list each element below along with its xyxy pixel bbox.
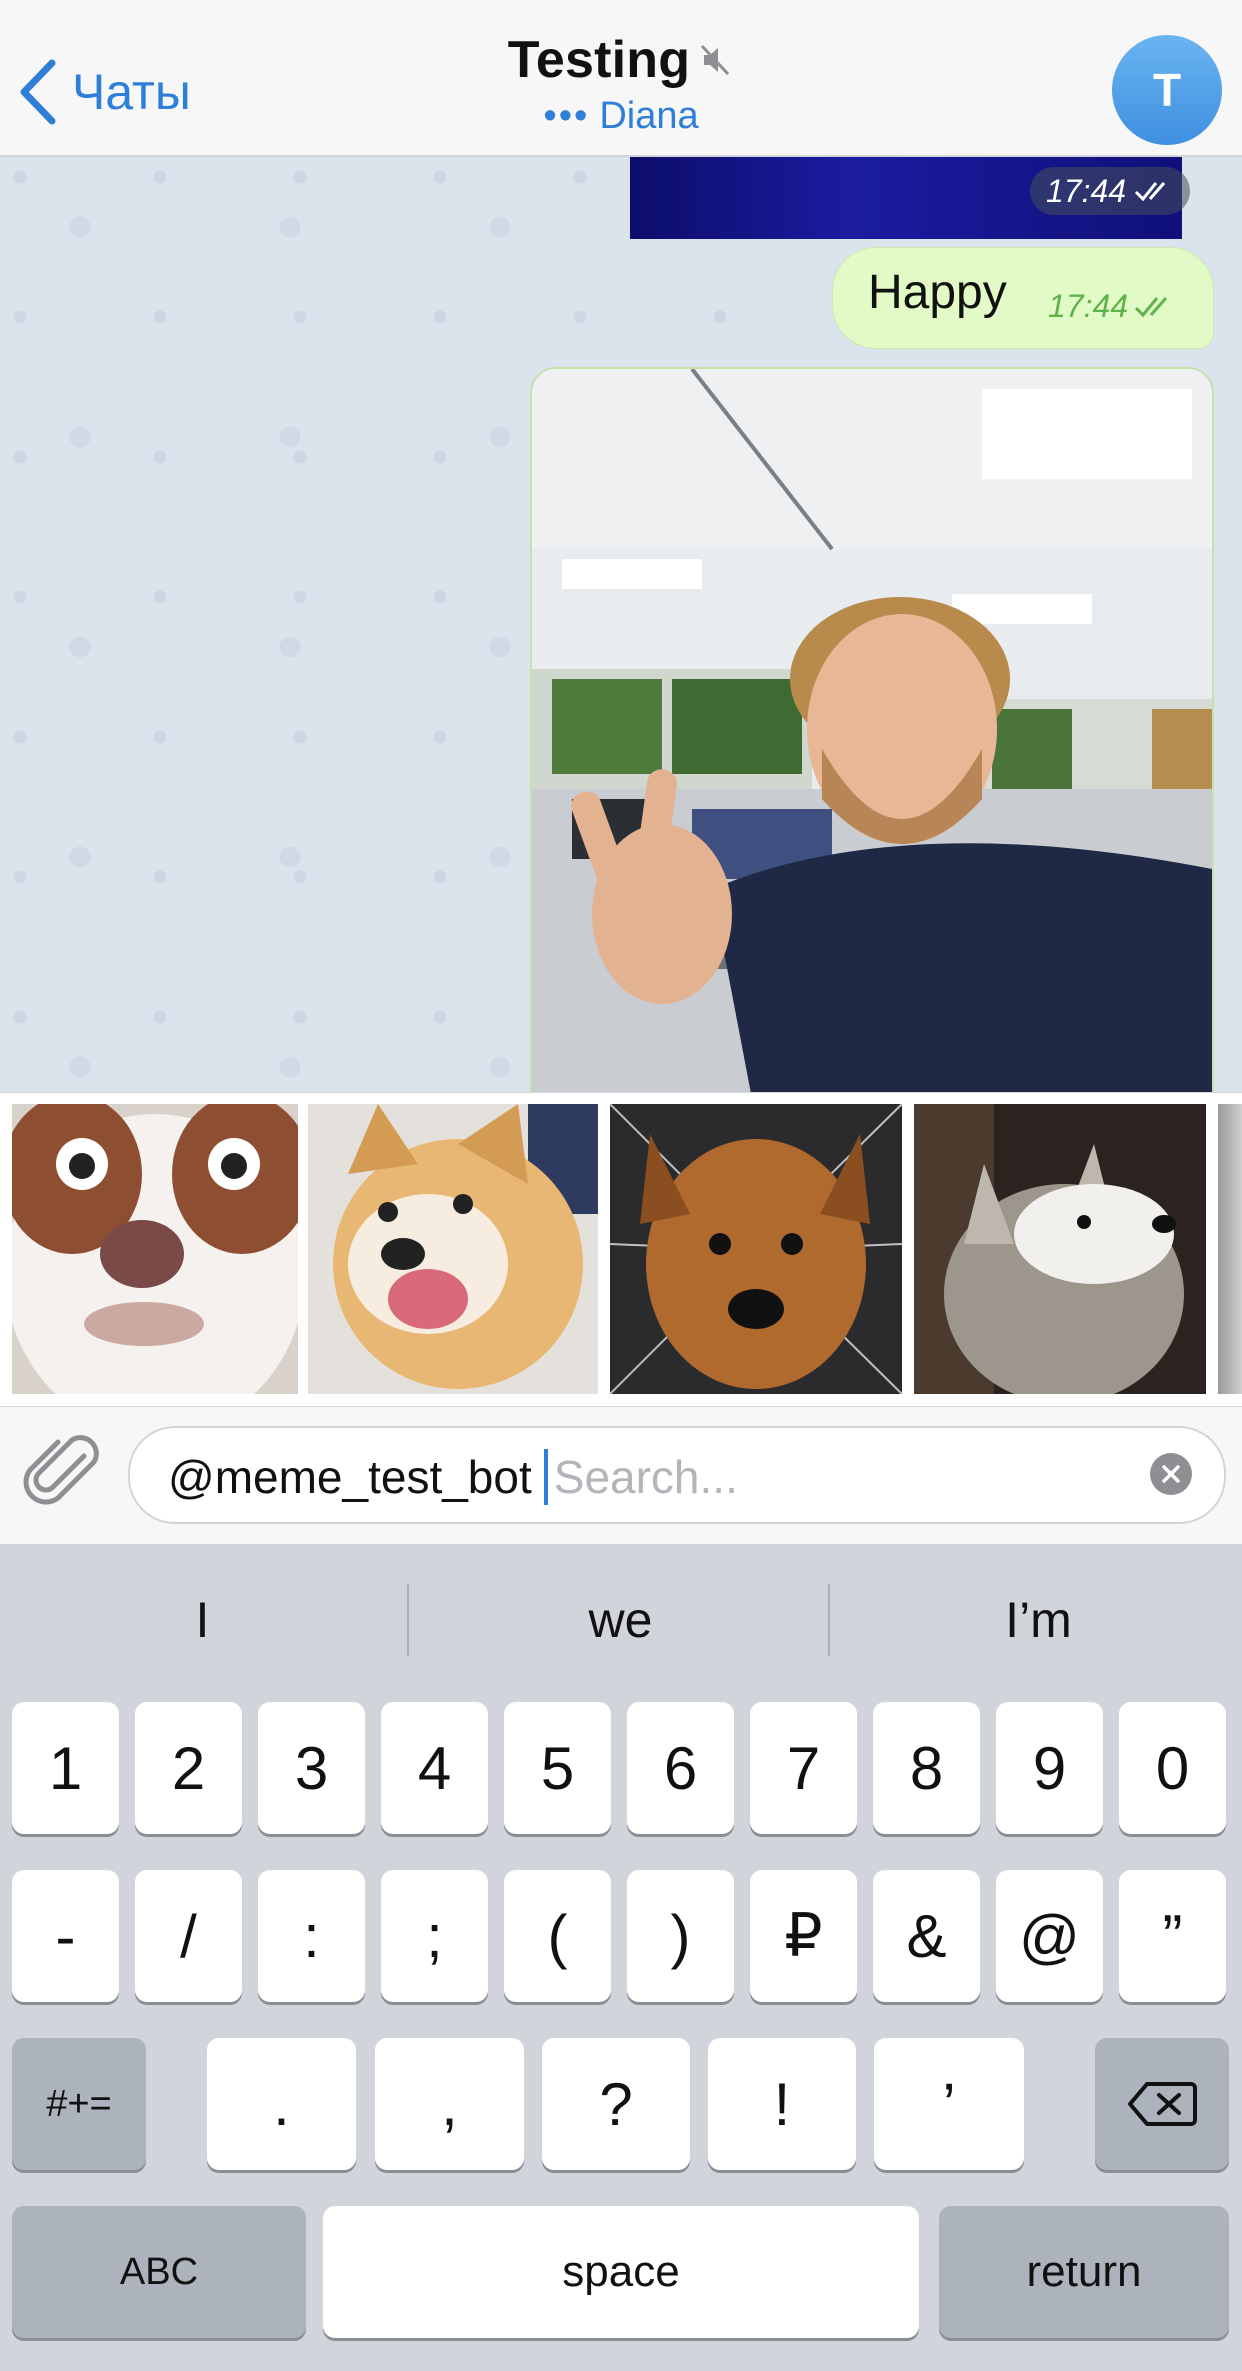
close-icon xyxy=(1162,1465,1180,1483)
husky-meme-image xyxy=(914,1104,1206,1394)
media-timestamp: 17:44 xyxy=(1030,167,1191,215)
suggestion-3[interactable]: I’m xyxy=(836,1575,1241,1665)
key-ampersand[interactable]: & xyxy=(873,1870,980,2002)
space-key[interactable]: space xyxy=(323,2206,919,2338)
key-7[interactable]: 7 xyxy=(750,1702,857,1834)
search-placeholder: Search... xyxy=(553,1451,738,1503)
backspace-icon xyxy=(1128,2082,1197,2126)
symbols-toggle-key[interactable]: #+= xyxy=(12,2038,146,2170)
key-1[interactable]: 1 xyxy=(12,1702,119,1834)
key-0[interactable]: 0 xyxy=(1119,1702,1226,1834)
read-checks-icon xyxy=(1135,296,1168,317)
return-key[interactable]: return xyxy=(939,2206,1229,2338)
shiba-meme-image xyxy=(308,1104,598,1394)
typing-status: ••• Diana xyxy=(0,95,1242,138)
read-checks-icon xyxy=(1135,182,1166,202)
result-thumbnail-4[interactable] xyxy=(914,1104,1206,1394)
text-caret xyxy=(543,1449,548,1505)
suggestion-divider xyxy=(407,1584,409,1656)
chat-title: Testing xyxy=(507,31,691,89)
clear-input-button[interactable] xyxy=(1150,1453,1192,1495)
key-2[interactable]: 2 xyxy=(135,1702,242,1834)
suggestion-1[interactable]: I xyxy=(0,1575,405,1665)
suggestion-divider xyxy=(828,1584,830,1656)
key-colon[interactable]: : xyxy=(258,1870,365,2002)
message-timestamp: 17:44 xyxy=(1048,288,1178,325)
bot-mention-text: @meme_test_bot xyxy=(168,1451,532,1503)
message-time: 17:44 xyxy=(1048,288,1129,324)
key-exclamation[interactable]: ! xyxy=(708,2038,856,2170)
key-6[interactable]: 6 xyxy=(627,1702,734,1834)
chat-avatar[interactable]: T xyxy=(1112,35,1222,145)
media-time: 17:44 xyxy=(1046,172,1127,209)
result-thumbnail-5-partial[interactable] xyxy=(1218,1104,1242,1394)
key-period[interactable]: . xyxy=(207,2038,356,2170)
key-hyphen[interactable]: - xyxy=(12,1870,119,2002)
photo-message[interactable] xyxy=(530,367,1214,1101)
key-9[interactable]: 9 xyxy=(996,1702,1103,1834)
key-comma[interactable]: , xyxy=(375,2038,524,2170)
key-at[interactable]: @ xyxy=(996,1870,1103,2002)
key-5[interactable]: 5 xyxy=(504,1702,611,1834)
dog-meme-image xyxy=(12,1104,298,1394)
key-apostrophe[interactable]: ’ xyxy=(874,2038,1024,2170)
key-slash[interactable]: / xyxy=(135,1870,242,2002)
search-input-content[interactable]: @meme_test_bot Search... xyxy=(168,1449,738,1505)
result-thumbnail-3[interactable] xyxy=(610,1104,902,1394)
typing-user: Diana xyxy=(599,95,699,137)
message-text: Happy xyxy=(868,266,1007,319)
abc-key[interactable]: ABC xyxy=(12,2206,306,2338)
key-ruble[interactable]: ₽ xyxy=(750,1870,857,2002)
key-semicolon[interactable]: ; xyxy=(381,1870,488,2002)
chat-title-area[interactable]: Testing xyxy=(0,30,1242,90)
key-quote[interactable]: ” xyxy=(1119,1870,1226,2002)
result-thumbnail-1[interactable] xyxy=(12,1104,298,1394)
attach-button[interactable] xyxy=(22,1430,110,1518)
key-open-paren[interactable]: ( xyxy=(504,1870,611,2002)
selfie-photo xyxy=(532,369,1212,1099)
key-question[interactable]: ? xyxy=(542,2038,690,2170)
key-close-paren[interactable]: ) xyxy=(627,1870,734,2002)
typing-dots-icon: ••• xyxy=(543,95,590,137)
key-4[interactable]: 4 xyxy=(381,1702,488,1834)
dog-meme-image xyxy=(610,1104,902,1394)
key-8[interactable]: 8 xyxy=(873,1702,980,1834)
muted-icon xyxy=(701,44,730,76)
avatar-letter: T xyxy=(1152,64,1182,116)
backspace-key[interactable] xyxy=(1095,2038,1229,2170)
paperclip-icon xyxy=(23,1435,99,1505)
key-3[interactable]: 3 xyxy=(258,1702,365,1834)
result-thumbnail-2[interactable] xyxy=(308,1104,598,1394)
suggestion-2[interactable]: we xyxy=(418,1575,823,1665)
